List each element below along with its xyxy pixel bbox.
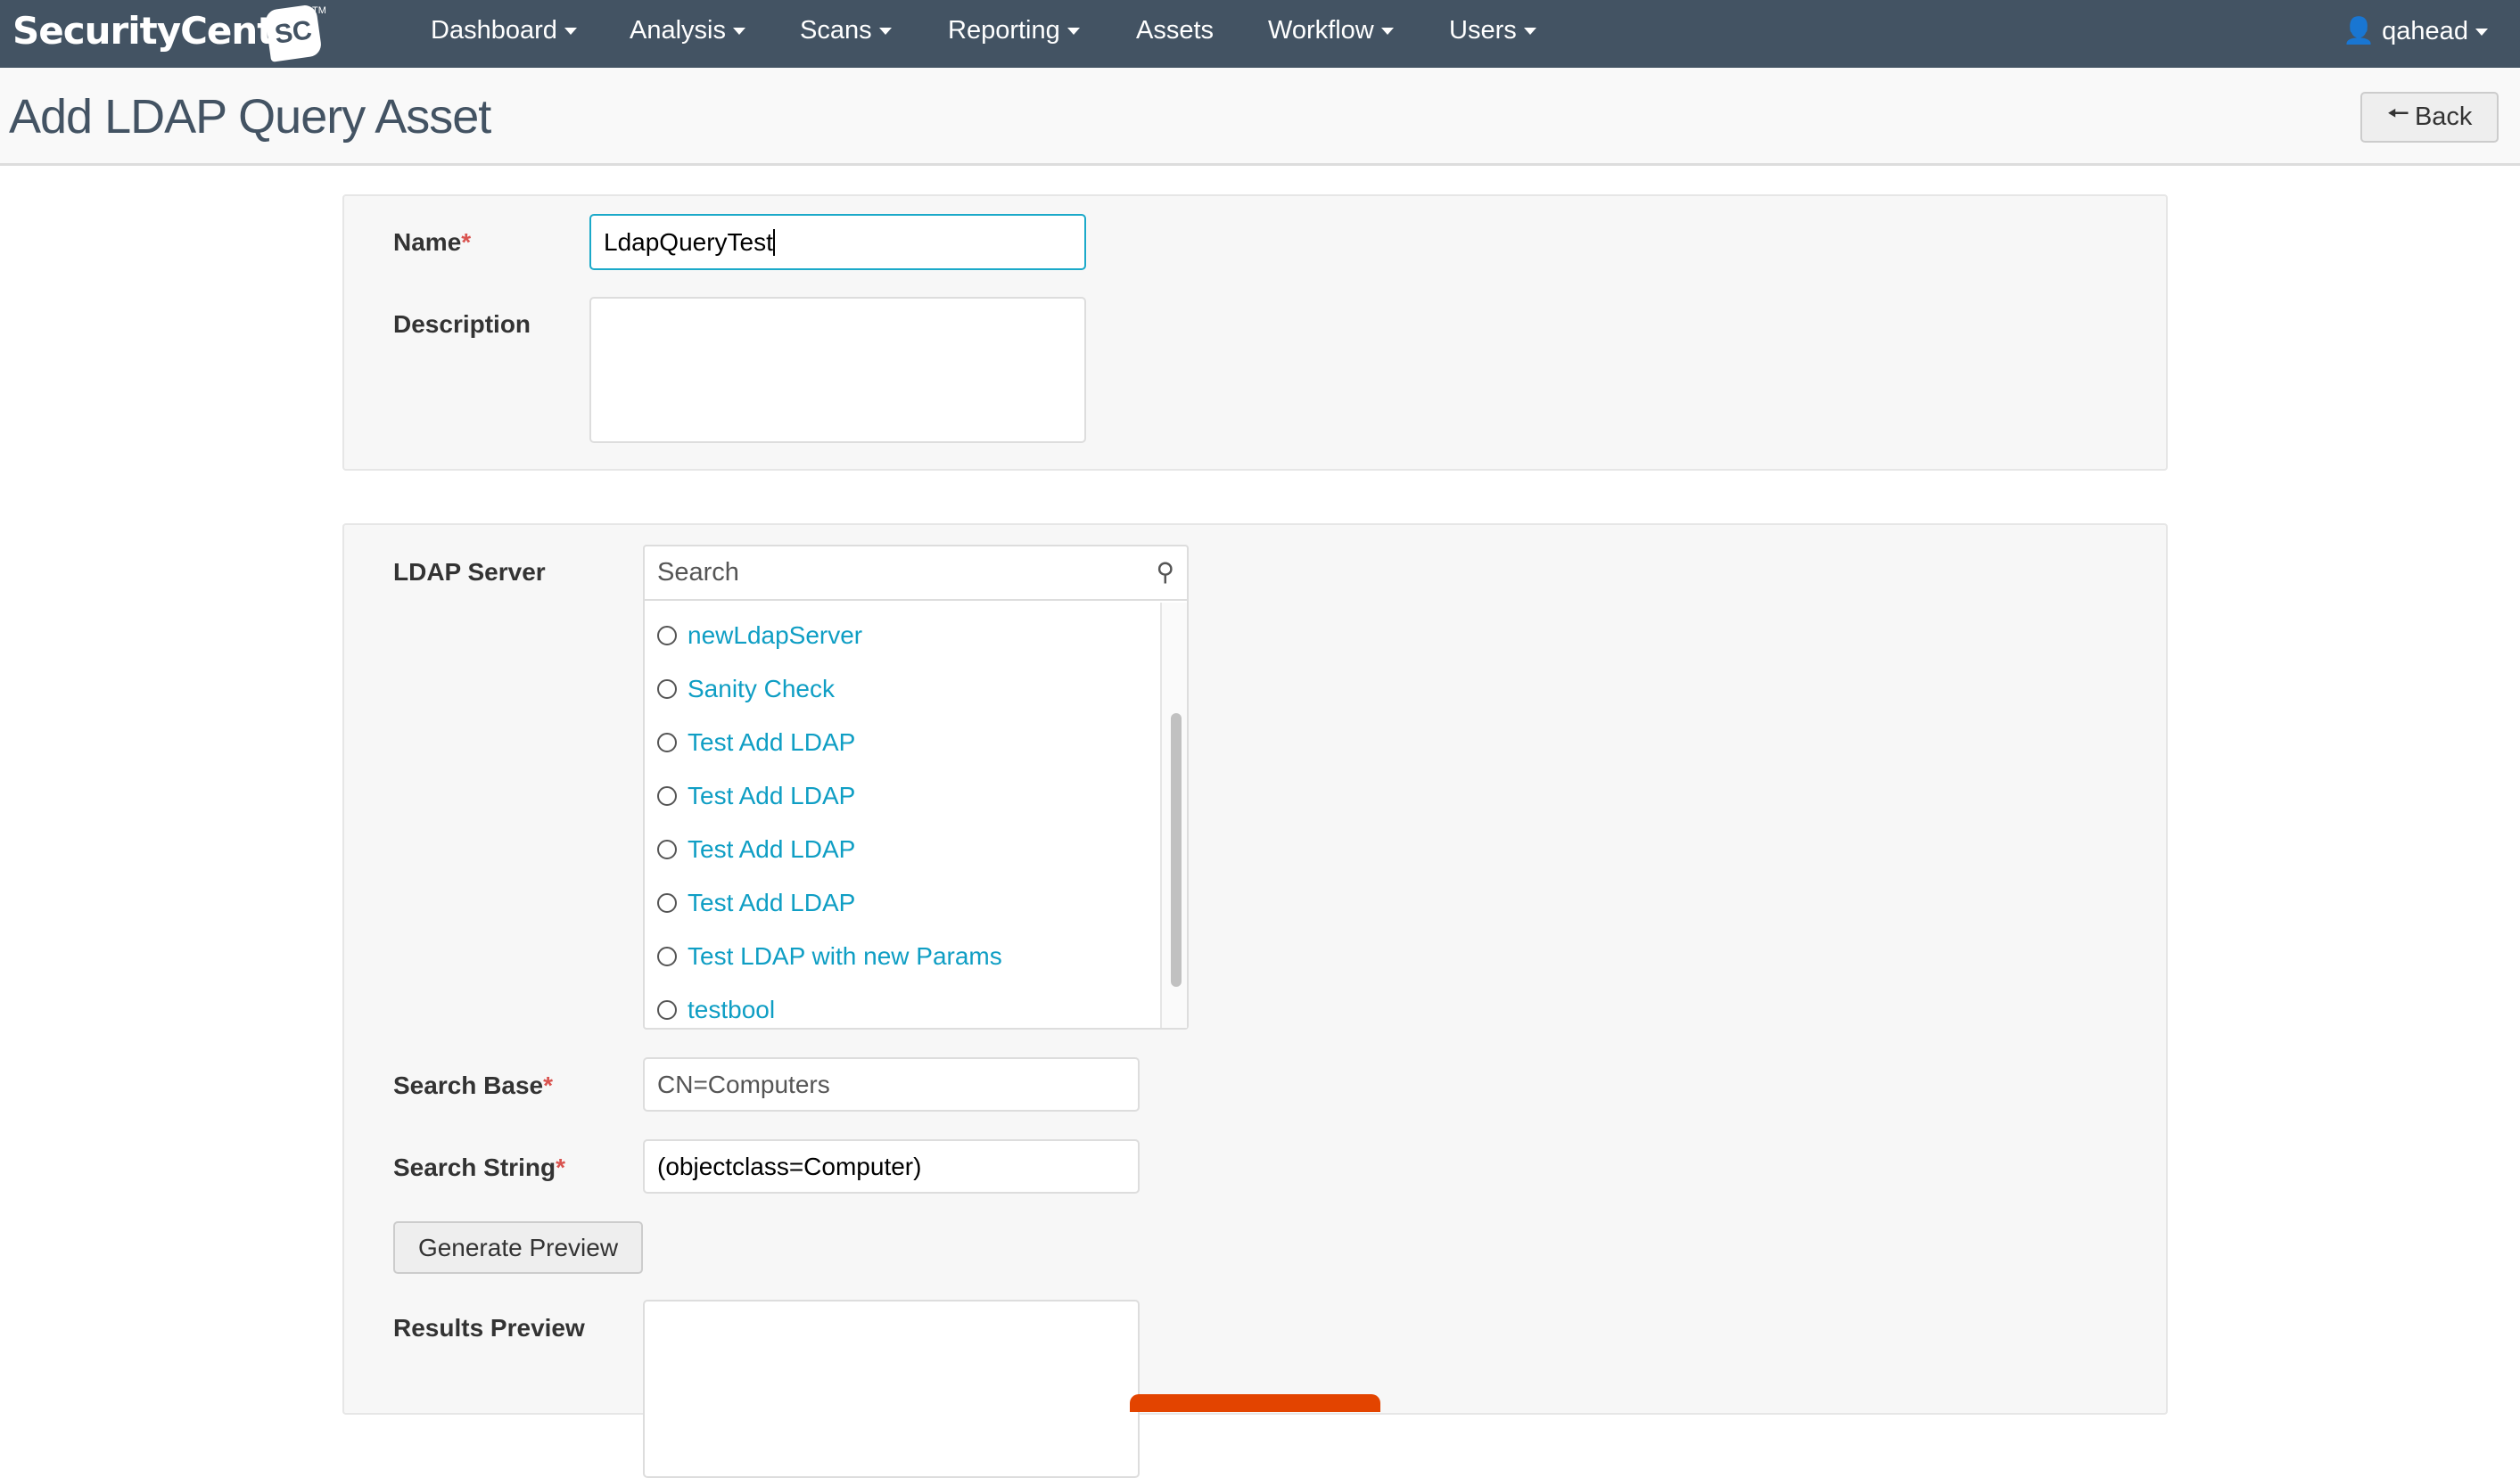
caret-down-icon <box>733 28 745 36</box>
user-icon: 👤 <box>2343 17 2376 45</box>
results-preview-box <box>643 1300 1140 1478</box>
page-header: Add LDAP Query Asset 🠔 Back <box>0 68 2520 166</box>
trademark: TM <box>312 5 326 16</box>
top-navbar: SecurityCenter SC TM Dashboard Analysis Sc… <box>0 0 2520 68</box>
search-base-label: Search Base* <box>393 1072 554 1099</box>
name-label: Name* <box>393 228 472 256</box>
ldap-server-label: LDAP Server <box>393 558 546 586</box>
radio-button[interactable] <box>657 1000 677 1020</box>
caret-down-icon <box>878 28 892 36</box>
nav-assets[interactable]: Assets <box>1136 16 1214 45</box>
ldap-server-option[interactable]: newLdapServer <box>657 621 862 650</box>
back-button[interactable]: 🠔 Back <box>2360 92 2499 143</box>
name-input[interactable]: LdapQueryTest <box>589 214 1086 270</box>
ldap-server-list: Search ⚲ newLdapServer Sanity Check Test Ad… <box>643 545 1189 1030</box>
caret-down-icon <box>1066 28 1080 36</box>
ldap-server-option[interactable]: Test Add LDAP <box>657 728 855 757</box>
search-string-label: Search String* <box>393 1154 565 1181</box>
ldap-server-option[interactable]: Test LDAP with new Params <box>657 942 1002 971</box>
nav-users[interactable]: Users <box>1449 16 1536 45</box>
radio-button[interactable] <box>657 626 677 645</box>
ldap-panel <box>342 523 2168 1415</box>
page-title: Add LDAP Query Asset <box>9 90 491 144</box>
submit-button[interactable] <box>1130 1394 1380 1412</box>
nav-workflow[interactable]: Workflow <box>1268 16 1394 45</box>
radio-button[interactable] <box>657 679 677 699</box>
radio-button[interactable] <box>657 947 677 966</box>
radio-button[interactable] <box>657 733 677 752</box>
description-textarea[interactable] <box>589 297 1086 443</box>
description-label: Description <box>393 310 531 338</box>
nav-analysis[interactable]: Analysis <box>630 16 745 45</box>
ldap-server-option[interactable]: Test Add LDAP <box>657 782 855 810</box>
ldap-search-input[interactable]: Search ⚲ <box>645 546 1187 601</box>
scrollbar-thumb[interactable] <box>1171 713 1182 987</box>
nav-scans[interactable]: Scans <box>800 16 892 45</box>
radio-button[interactable] <box>657 786 677 806</box>
user-menu[interactable]: 👤 qahead <box>2343 16 2488 46</box>
search-base-input[interactable]: CN=Computers <box>643 1057 1140 1112</box>
ldap-server-option[interactable]: Test Add LDAP <box>657 889 855 917</box>
nav-dashboard[interactable]: Dashboard <box>431 16 577 45</box>
results-preview-label: Results Preview <box>393 1314 585 1342</box>
search-string-input[interactable]: (objectclass=Computer) <box>643 1139 1140 1194</box>
generate-preview-button[interactable]: Generate Preview <box>393 1221 643 1274</box>
ldap-server-option[interactable]: Test Add LDAP <box>657 835 855 864</box>
arrow-left-icon: 🠔 <box>2386 100 2409 128</box>
caret-down-icon <box>1523 28 1536 36</box>
caret-down-icon <box>564 28 577 36</box>
ldap-server-option[interactable]: Sanity Check <box>657 675 835 703</box>
radio-button[interactable] <box>657 893 677 913</box>
scrollbar[interactable] <box>1160 603 1187 1028</box>
ldap-server-option[interactable]: testbool <box>657 996 775 1024</box>
caret-down-icon <box>2475 29 2488 37</box>
caret-down-icon <box>1380 28 1394 36</box>
radio-button[interactable] <box>657 840 677 859</box>
nav-reporting[interactable]: Reporting <box>948 16 1080 45</box>
search-icon: ⚲ <box>1156 558 1174 586</box>
